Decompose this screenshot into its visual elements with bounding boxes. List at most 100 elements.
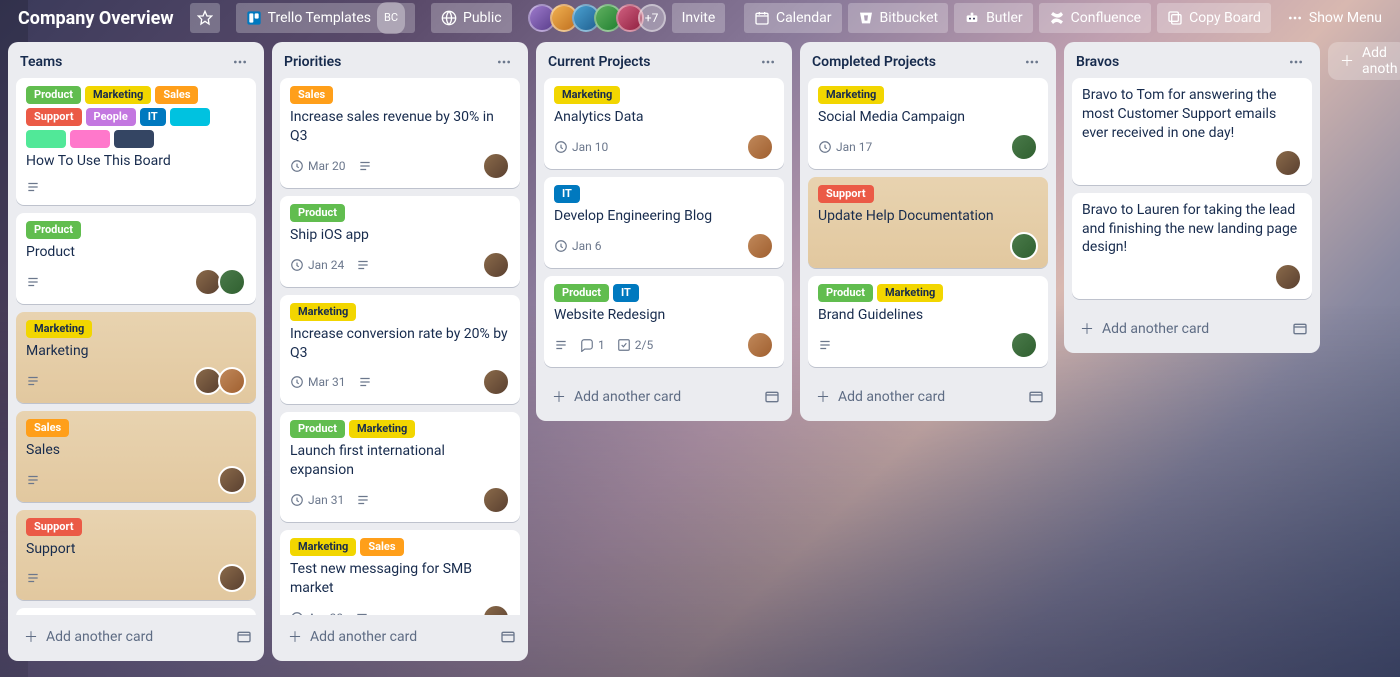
label-color-pink[interactable] — [70, 130, 110, 148]
label-sales[interactable]: Sales — [26, 419, 69, 437]
label-color-cyan[interactable] — [170, 108, 210, 126]
avatar[interactable] — [218, 466, 246, 494]
list-menu-button[interactable] — [1020, 52, 1044, 72]
label-people[interactable]: People — [86, 108, 136, 126]
invite-button[interactable]: Invite — [672, 3, 726, 33]
card[interactable]: Bravo to Lauren for taking the lead and … — [1072, 193, 1312, 300]
avatar[interactable] — [746, 133, 774, 161]
label-marketing[interactable]: Marketing — [554, 86, 620, 104]
due-date[interactable]: Mar 31 — [290, 375, 346, 389]
avatar[interactable] — [482, 251, 510, 279]
calendar-button[interactable]: Calendar — [744, 3, 842, 33]
due-date[interactable]: Jan 31 — [290, 493, 344, 507]
avatar[interactable] — [1010, 232, 1038, 260]
list-menu-button[interactable] — [756, 52, 780, 72]
list-title[interactable]: Bravos — [1076, 54, 1278, 70]
label-marketing[interactable]: Marketing — [877, 284, 943, 302]
card[interactable]: Marketing Marketing — [16, 312, 256, 403]
card[interactable]: Sales Increase sales revenue by 30% in Q… — [280, 78, 520, 188]
avatar[interactable] — [482, 604, 510, 615]
avatar[interactable] — [218, 564, 246, 592]
avatar[interactable] — [746, 232, 774, 260]
list-menu-button[interactable] — [492, 52, 516, 72]
label-sales[interactable]: Sales — [155, 86, 198, 104]
star-board-button[interactable] — [190, 3, 220, 33]
butler-button[interactable]: Butler — [954, 3, 1033, 33]
label-color-lime[interactable] — [26, 130, 66, 148]
avatar[interactable] — [1010, 133, 1038, 161]
due-date[interactable]: Jan 24 — [290, 258, 344, 272]
due-date[interactable]: Jan 10 — [554, 140, 608, 154]
label-color-dark[interactable] — [114, 130, 154, 148]
board-members[interactable]: +7 — [528, 4, 666, 32]
card[interactable]: Product Marketing Launch first internati… — [280, 412, 520, 522]
avatar[interactable] — [218, 268, 246, 296]
label-product[interactable]: Product — [26, 221, 81, 239]
due-date[interactable]: Mar 20 — [290, 159, 346, 173]
list-menu-button[interactable] — [1284, 52, 1308, 72]
add-card-button[interactable]: ＋Add another card — [1076, 315, 1280, 343]
label-marketing[interactable]: Marketing — [349, 420, 415, 438]
copy-board-button[interactable]: Copy Board — [1157, 3, 1271, 33]
card[interactable]: Support Support — [16, 510, 256, 601]
label-support[interactable]: Support — [818, 185, 874, 203]
card-template-button[interactable] — [496, 625, 520, 649]
card[interactable]: IT Develop Engineering Blog Jan 6 — [544, 177, 784, 268]
add-card-button[interactable]: ＋Add another card — [812, 383, 1016, 411]
card[interactable]: Marketing Sales Test new messaging for S… — [280, 530, 520, 615]
due-date[interactable]: Jan 17 — [818, 140, 872, 154]
label-product[interactable]: Product — [554, 284, 609, 302]
label-product[interactable]: Product — [26, 86, 81, 104]
card[interactable]: People People — [16, 608, 256, 615]
avatar[interactable] — [482, 152, 510, 180]
label-product[interactable]: Product — [290, 420, 345, 438]
trello-templates-button[interactable]: Trello Templates BC — [236, 3, 415, 33]
card[interactable]: Support Update Help Documentation — [808, 177, 1048, 268]
avatar[interactable] — [482, 368, 510, 396]
bitbucket-button[interactable]: Bitbucket — [848, 3, 949, 33]
label-product[interactable]: Product — [818, 284, 873, 302]
card-template-button[interactable] — [232, 625, 256, 649]
avatar-overflow[interactable]: +7 — [638, 4, 666, 32]
list-menu-button[interactable] — [228, 52, 252, 72]
label-marketing[interactable]: Marketing — [290, 303, 356, 321]
label-it[interactable]: IT — [140, 108, 166, 126]
show-menu-button[interactable]: Show Menu — [1277, 3, 1392, 33]
avatar[interactable] — [218, 367, 246, 395]
list-title[interactable]: Current Projects — [548, 54, 750, 70]
card[interactable]: Product Ship iOS app Jan 24 — [280, 196, 520, 287]
label-it[interactable]: IT — [613, 284, 639, 302]
label-marketing[interactable]: Marketing — [818, 86, 884, 104]
card[interactable]: Sales Sales — [16, 411, 256, 502]
confluence-button[interactable]: Confluence — [1039, 3, 1151, 33]
add-card-button[interactable]: ＋ Add another card — [20, 623, 224, 651]
label-support[interactable]: Support — [26, 108, 82, 126]
avatar[interactable] — [1274, 149, 1302, 177]
visibility-button[interactable]: Public — [431, 3, 512, 33]
label-sales[interactable]: Sales — [360, 538, 403, 556]
card-template-button[interactable] — [760, 385, 784, 409]
label-marketing[interactable]: Marketing — [85, 86, 151, 104]
card[interactable]: Product Marketing Brand Guidelines — [808, 276, 1048, 367]
board-canvas[interactable]: Teams Product Marketing Sales Support Pe… — [0, 36, 1400, 677]
card[interactable]: Bravo to Tom for answering the most Cust… — [1072, 78, 1312, 185]
card-template-button[interactable] — [1024, 385, 1048, 409]
card[interactable]: Marketing Analytics Data Jan 10 — [544, 78, 784, 169]
label-it[interactable]: IT — [554, 185, 580, 203]
label-sales[interactable]: Sales — [290, 86, 333, 104]
list-title[interactable]: Completed Projects — [812, 54, 1014, 70]
label-product[interactable]: Product — [290, 204, 345, 222]
card[interactable]: Marketing Social Media Campaign Jan 17 — [808, 78, 1048, 169]
avatar[interactable] — [1010, 331, 1038, 359]
list-title[interactable]: Priorities — [284, 54, 486, 70]
card[interactable]: Marketing Increase conversion rate by 20… — [280, 295, 520, 405]
due-date[interactable]: Jan 6 — [554, 239, 602, 253]
avatar[interactable] — [746, 331, 774, 359]
card[interactable]: Product IT Website Redesign 1 2/5 — [544, 276, 784, 367]
list-title[interactable]: Teams — [20, 54, 222, 70]
card[interactable]: Product Product — [16, 213, 256, 304]
add-list-button[interactable]: ＋ Add anoth — [1328, 42, 1400, 80]
add-card-button[interactable]: ＋Add another card — [548, 383, 752, 411]
add-card-button[interactable]: ＋Add another card — [284, 623, 488, 651]
board-title[interactable]: Company Overview — [8, 8, 184, 29]
